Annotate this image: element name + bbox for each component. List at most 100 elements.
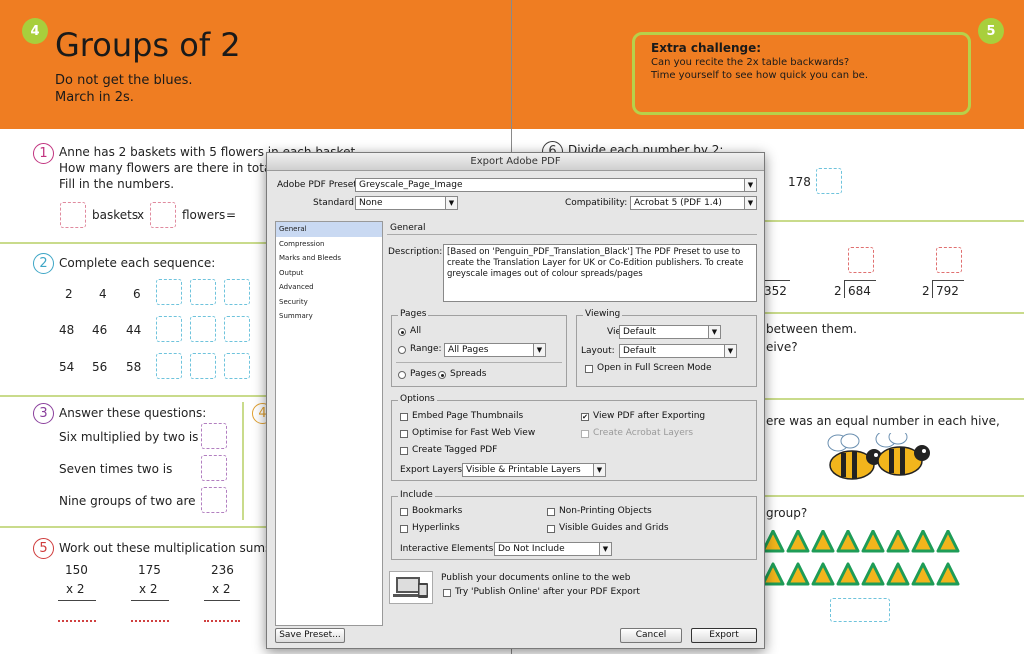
embed-thumbnails-checkbox[interactable] — [400, 413, 408, 421]
answer-line[interactable] — [131, 620, 169, 622]
non-printing-checkbox[interactable] — [547, 508, 555, 516]
answer-box[interactable] — [936, 247, 962, 273]
sequence-number: 56 — [92, 360, 108, 374]
question-3-item: Nine groups of two are — [59, 494, 196, 508]
pages-mode-radio[interactable] — [398, 371, 406, 379]
answer-box[interactable] — [848, 247, 874, 273]
dialog-titlebar[interactable]: Export Adobe PDF — [267, 153, 764, 171]
answer-box[interactable] — [150, 202, 176, 228]
bee-icon — [827, 433, 882, 480]
sidebar-item-marks-and-bleeds[interactable]: Marks and Bleeds — [276, 251, 382, 266]
page-title: Groups of 2 — [55, 26, 241, 64]
range-value: All Pages — [448, 345, 489, 355]
preset-select[interactable]: Greyscale_Page_Image ▼ — [355, 178, 757, 192]
compatibility-label: Compatibility: — [565, 198, 628, 208]
sidebar-item-compression[interactable]: Compression — [276, 237, 382, 252]
export-layers-select[interactable]: Visible & Printable Layers ▼ — [462, 463, 606, 477]
sequence-number: 48 — [59, 323, 75, 337]
embed-thumbnails-label: Embed Page Thumbnails — [412, 411, 524, 421]
publish-online-icon — [389, 571, 433, 604]
hyperlinks-label: Hyperlinks — [412, 523, 460, 533]
challenge-text: Can you recite the 2x table backwards? T… — [651, 57, 869, 81]
view-select[interactable]: Default ▼ — [619, 325, 721, 339]
answer-box[interactable] — [224, 279, 250, 305]
bees-illustration — [827, 433, 930, 480]
pages-all-radio[interactable] — [398, 328, 406, 336]
answer-box[interactable] — [156, 316, 182, 342]
answer-box[interactable] — [224, 353, 250, 379]
optimise-label: Optimise for Fast Web View — [412, 428, 536, 438]
description-label: Description: — [388, 247, 443, 257]
export-layers-label: Export Layers: — [400, 465, 466, 475]
chevron-down-icon: ▼ — [744, 197, 756, 209]
fullscreen-checkbox[interactable] — [585, 365, 593, 373]
guides-checkbox[interactable] — [547, 525, 555, 533]
triangle-icon — [762, 530, 960, 553]
range-select[interactable]: All Pages ▼ — [444, 343, 546, 357]
question-3-text: Answer these questions: — [59, 406, 207, 420]
answer-line[interactable] — [204, 620, 240, 622]
answer-box[interactable] — [201, 455, 227, 481]
publish-online-checkbox[interactable] — [443, 589, 451, 597]
answer-box[interactable] — [201, 423, 227, 449]
sidebar-item-output[interactable]: Output — [276, 266, 382, 281]
question-3-number: 3 — [33, 403, 54, 424]
pages-range-radio[interactable] — [398, 346, 406, 354]
interactive-elements-select[interactable]: Do Not Include ▼ — [494, 542, 612, 556]
answer-box[interactable] — [60, 202, 86, 228]
standard-select[interactable]: None ▼ — [355, 196, 458, 210]
tagged-pdf-label: Create Tagged PDF — [412, 445, 498, 455]
dividend: 684 — [848, 284, 871, 298]
optimise-checkbox[interactable] — [400, 430, 408, 438]
bee-icon — [875, 433, 930, 476]
answer-box[interactable] — [830, 598, 890, 622]
hyperlinks-checkbox[interactable] — [400, 525, 408, 533]
include-group-title: Include — [398, 490, 435, 500]
left-page-number: 4 — [22, 18, 48, 44]
chevron-down-icon: ▼ — [744, 179, 756, 191]
answer-box[interactable] — [190, 353, 216, 379]
bookmarks-checkbox[interactable] — [400, 508, 408, 516]
sidebar-item-security[interactable]: Security — [276, 295, 382, 310]
divide-number: 178 — [788, 175, 811, 189]
answer-box[interactable] — [816, 168, 842, 194]
answer-box[interactable] — [190, 279, 216, 305]
question-5-text: Work out these multiplication sums: — [59, 541, 276, 555]
sequence-number: 2 — [65, 287, 73, 301]
save-preset-button[interactable]: Save Preset... — [275, 628, 345, 643]
export-layers-value: Visible & Printable Layers — [466, 465, 581, 475]
answer-line[interactable] — [58, 620, 96, 622]
acrobat-layers-label: Create Acrobat Layers — [593, 428, 694, 438]
sum-top: 236 — [211, 563, 234, 577]
answer-box[interactable] — [156, 279, 182, 305]
divider — [396, 362, 562, 363]
answer-box[interactable] — [201, 487, 227, 513]
sidebar-item-summary[interactable]: Summary — [276, 309, 382, 324]
layout-select[interactable]: Default ▼ — [619, 344, 737, 358]
divisor: 2 — [834, 284, 842, 298]
division-bracket — [844, 280, 876, 281]
cancel-button[interactable]: Cancel — [620, 628, 682, 643]
pages-group: Pages All Range: All Pages ▼ Pages Sprea… — [391, 309, 567, 387]
export-button[interactable]: Export — [691, 628, 757, 643]
answer-box[interactable] — [190, 316, 216, 342]
answer-box[interactable] — [224, 316, 250, 342]
sidebar-item-advanced[interactable]: Advanced — [276, 280, 382, 295]
sequence-number: 46 — [92, 323, 108, 337]
flowers-label: flowers — [182, 208, 226, 222]
sum-bottom: x 2 — [139, 582, 158, 596]
sidebar-item-general[interactable]: General — [276, 222, 382, 237]
baskets-label: baskets — [92, 208, 139, 222]
spreads-mode-radio[interactable] — [438, 371, 446, 379]
compatibility-select[interactable]: Acrobat 5 (PDF 1.4) ▼ — [630, 196, 757, 210]
view-after-export-checkbox[interactable] — [581, 413, 589, 421]
divisor: 2 — [922, 284, 930, 298]
answer-box[interactable] — [156, 353, 182, 379]
tagged-pdf-checkbox[interactable] — [400, 447, 408, 455]
question-text-fragment: between them. — [766, 322, 857, 336]
description-textarea[interactable]: [Based on 'Penguin_PDF_Translation_Black… — [443, 244, 757, 302]
equals-sign: = — [226, 208, 237, 222]
chevron-down-icon: ▼ — [445, 197, 457, 209]
question-text-fragment: ere was an equal number in each hive, — [766, 414, 1000, 428]
sum-line — [204, 600, 240, 601]
